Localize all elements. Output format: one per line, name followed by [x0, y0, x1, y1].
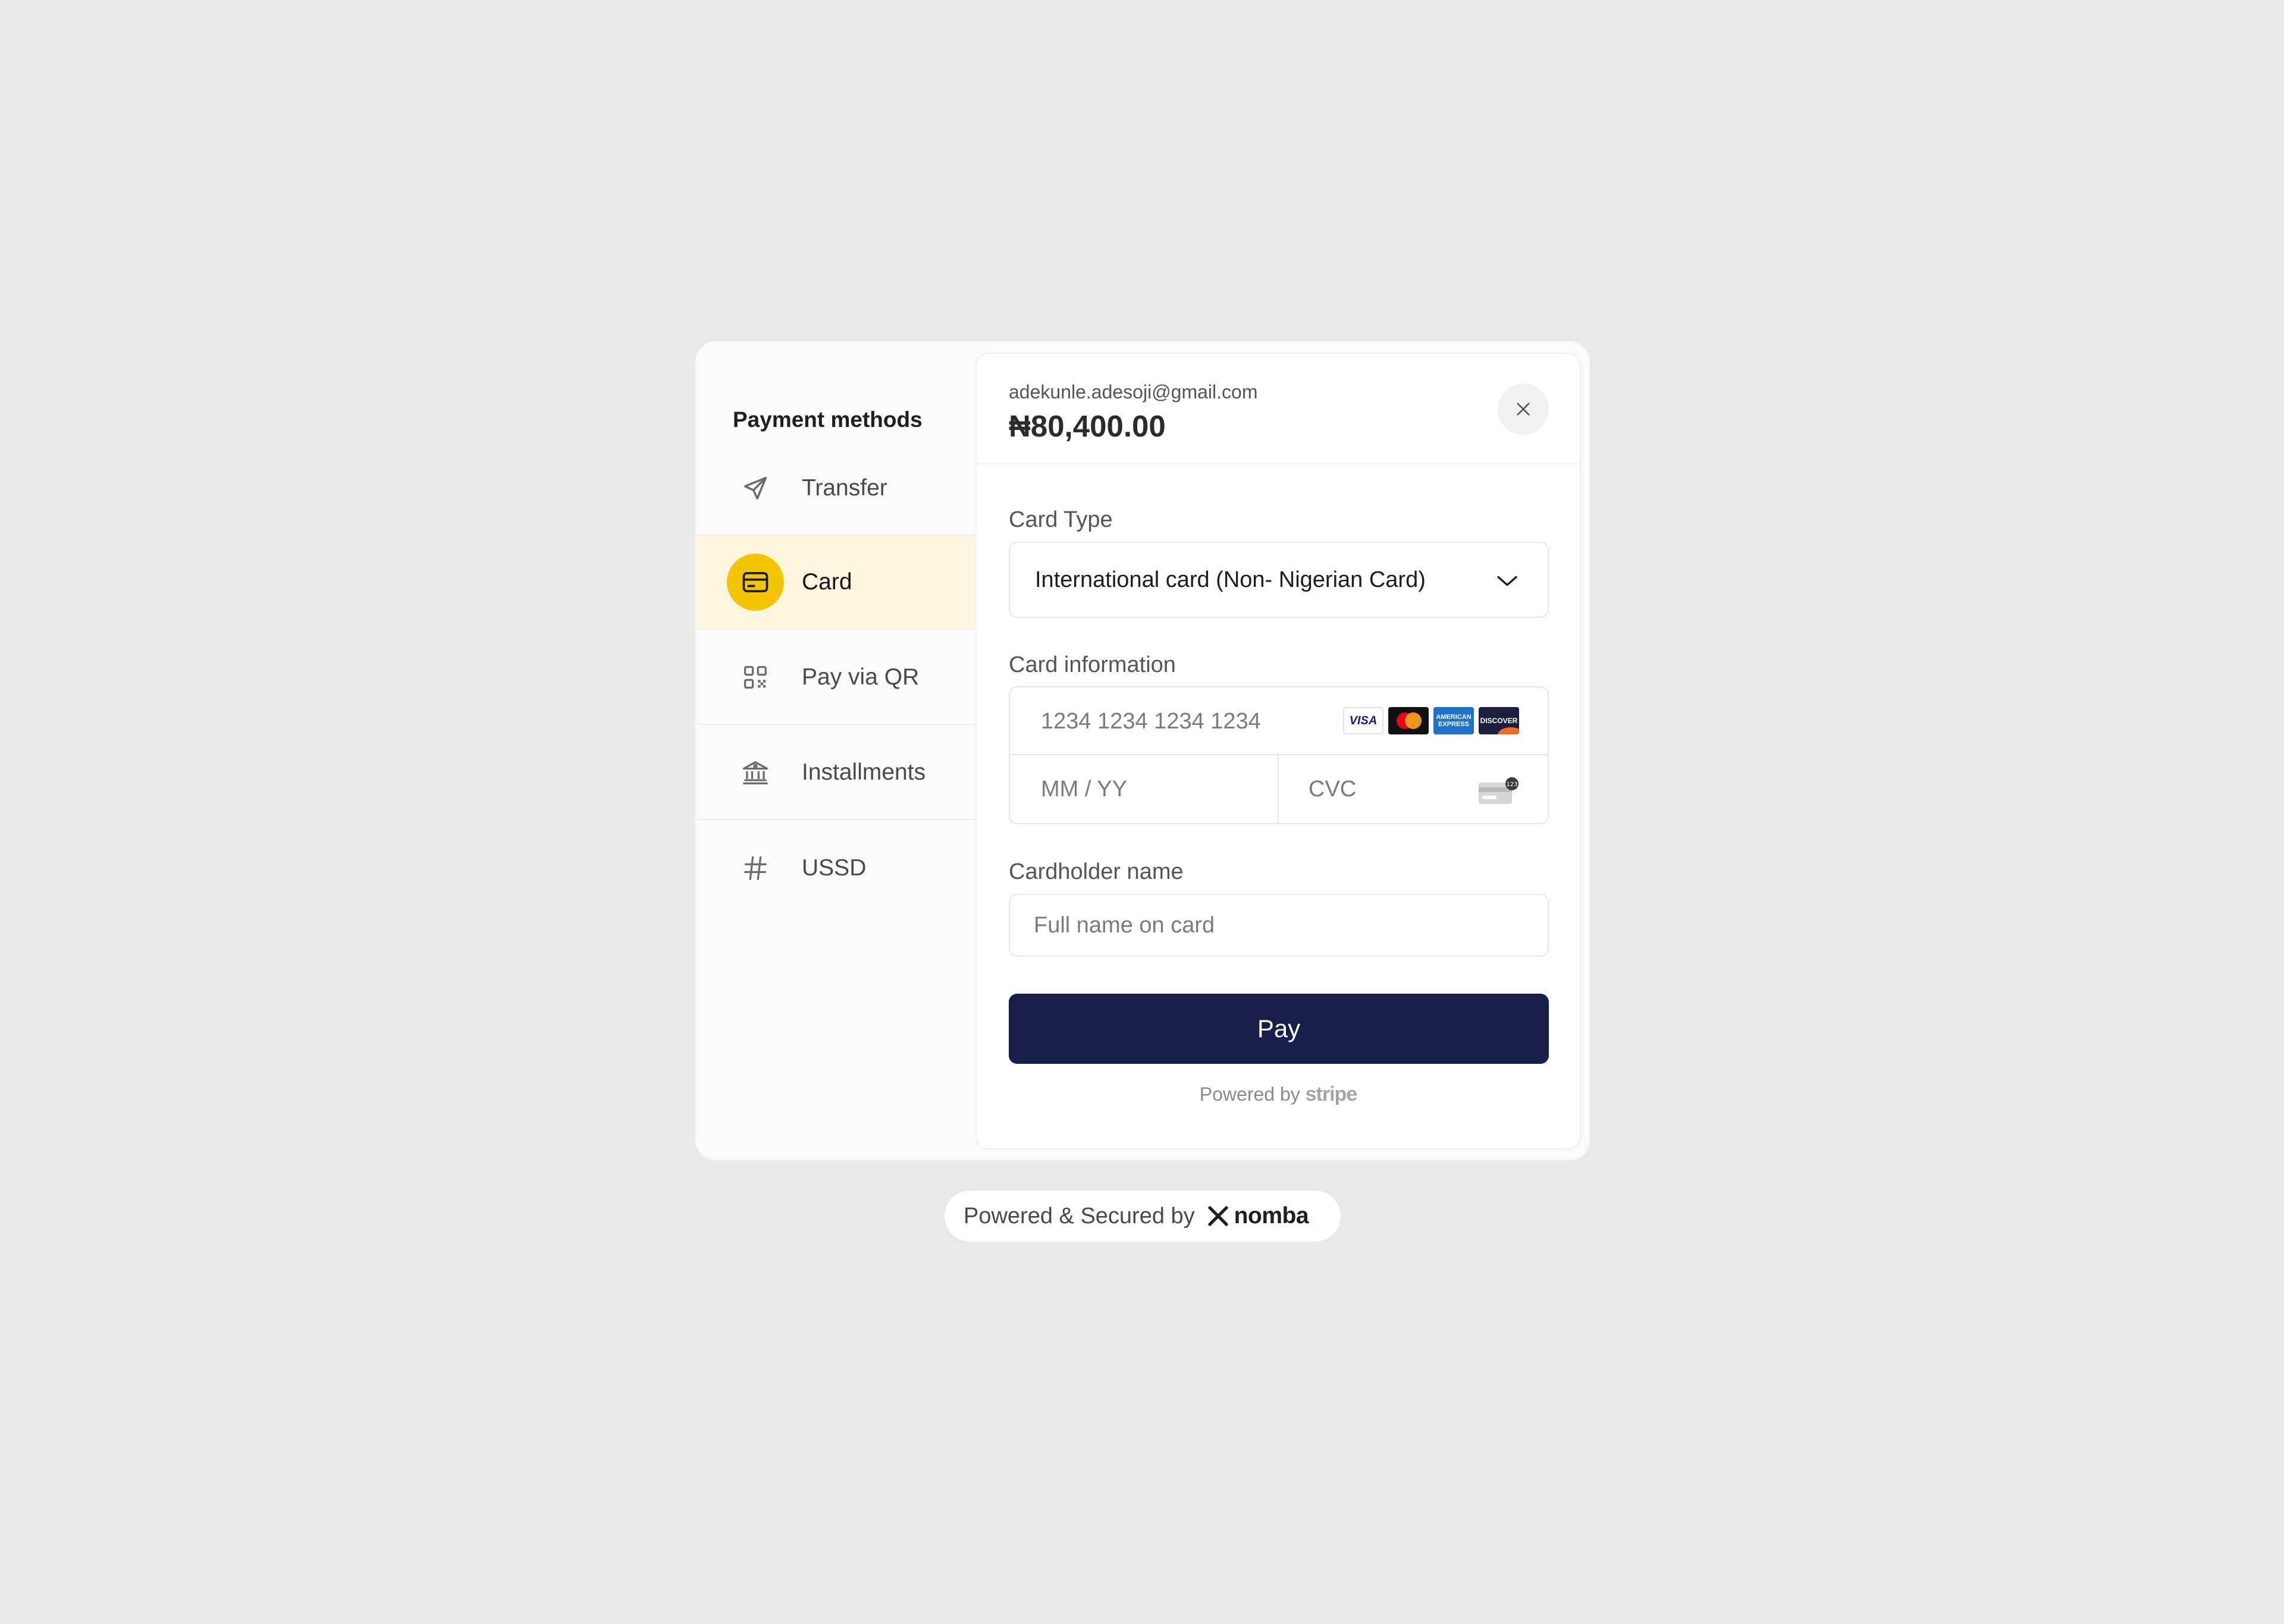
panel-header: adekunle.adesoji@gmail.com ₦80,400.00 — [977, 354, 1580, 464]
cardholder-name-label: Cardholder name — [1009, 859, 1184, 884]
sidebar-item-pay-via-qr[interactable]: Pay via QR — [696, 631, 975, 725]
card-information-label: Card information — [1009, 652, 1176, 677]
sidebar-item-ussd[interactable]: USSD — [696, 821, 975, 915]
visa-logo-icon: VISA — [1343, 707, 1383, 734]
hash-icon — [727, 840, 784, 897]
sidebar-item-label: USSD — [802, 855, 867, 881]
powered-by-stripe: Powered by stripe — [977, 1083, 1580, 1106]
sidebar-item-installments[interactable]: Installments — [696, 726, 975, 820]
chevron-down-icon — [1497, 576, 1517, 586]
card-type-select[interactable]: International card (Non- Nigerian Card) — [1009, 542, 1549, 618]
sidebar-item-card[interactable]: Card — [696, 536, 975, 630]
pay-button[interactable]: Pay — [1009, 994, 1549, 1064]
powered-by-text: Powered by — [1199, 1083, 1300, 1105]
secured-by-text: Powered & Secured by — [964, 1203, 1195, 1229]
payment-modal: Payment methods Transfer Card Pay via QR… — [695, 341, 1590, 1161]
secured-by-badge: Powered & Secured by nomba — [945, 1190, 1341, 1242]
close-icon — [1517, 403, 1530, 416]
payment-amount: ₦80,400.00 — [1009, 409, 1166, 443]
qr-code-icon — [727, 649, 784, 706]
discover-logo-icon: DISCOVER — [1479, 707, 1519, 734]
svg-text:123: 123 — [1506, 781, 1517, 788]
cvc-placeholder: CVC — [1309, 777, 1357, 802]
sidebar-item-label: Installments — [802, 759, 926, 785]
expiry-placeholder: MM / YY — [1041, 777, 1127, 802]
cardholder-name-placeholder: Full name on card — [1034, 912, 1215, 938]
card-type-label: Card Type — [1009, 507, 1113, 532]
expiry-field[interactable]: MM / YY — [1010, 755, 1279, 823]
nomba-logo-text: nomba — [1234, 1203, 1309, 1229]
card-number-field[interactable]: 1234 1234 1234 1234 VISA AMERICAN EXPRESS… — [1010, 687, 1548, 755]
sidebar-title: Payment methods — [733, 407, 923, 432]
credit-card-icon — [727, 554, 784, 611]
amex-logo-icon: AMERICAN EXPRESS — [1433, 707, 1474, 734]
close-button[interactable] — [1498, 384, 1549, 435]
send-icon — [727, 460, 784, 517]
customer-email: adekunle.adesoji@gmail.com — [1009, 381, 1258, 403]
mastercard-logo-icon — [1388, 707, 1429, 734]
card-payment-panel: adekunle.adesoji@gmail.com ₦80,400.00 Ca… — [975, 353, 1581, 1149]
card-number-placeholder: 1234 1234 1234 1234 — [1041, 709, 1261, 734]
cardholder-name-input[interactable]: Full name on card — [1009, 894, 1549, 957]
cvc-field[interactable]: CVC 123 — [1279, 755, 1548, 823]
cvc-card-icon: 123 — [1479, 777, 1519, 804]
nomba-logo-icon — [1208, 1206, 1228, 1226]
card-type-value: International card (Non- Nigerian Card) — [1035, 567, 1426, 592]
sidebar-item-label: Transfer — [802, 475, 887, 501]
sidebar-item-transfer[interactable]: Transfer — [696, 442, 975, 536]
sidebar-item-label: Card — [802, 569, 852, 595]
card-brands: VISA AMERICAN EXPRESS DISCOVER — [1343, 707, 1519, 734]
stripe-logo: stripe — [1305, 1083, 1358, 1105]
bank-icon — [727, 744, 784, 801]
card-information-group: 1234 1234 1234 1234 VISA AMERICAN EXPRESS… — [1009, 686, 1549, 824]
sidebar-item-label: Pay via QR — [802, 664, 920, 690]
payment-methods-sidebar: Payment methods Transfer Card Pay via QR… — [696, 342, 975, 1160]
